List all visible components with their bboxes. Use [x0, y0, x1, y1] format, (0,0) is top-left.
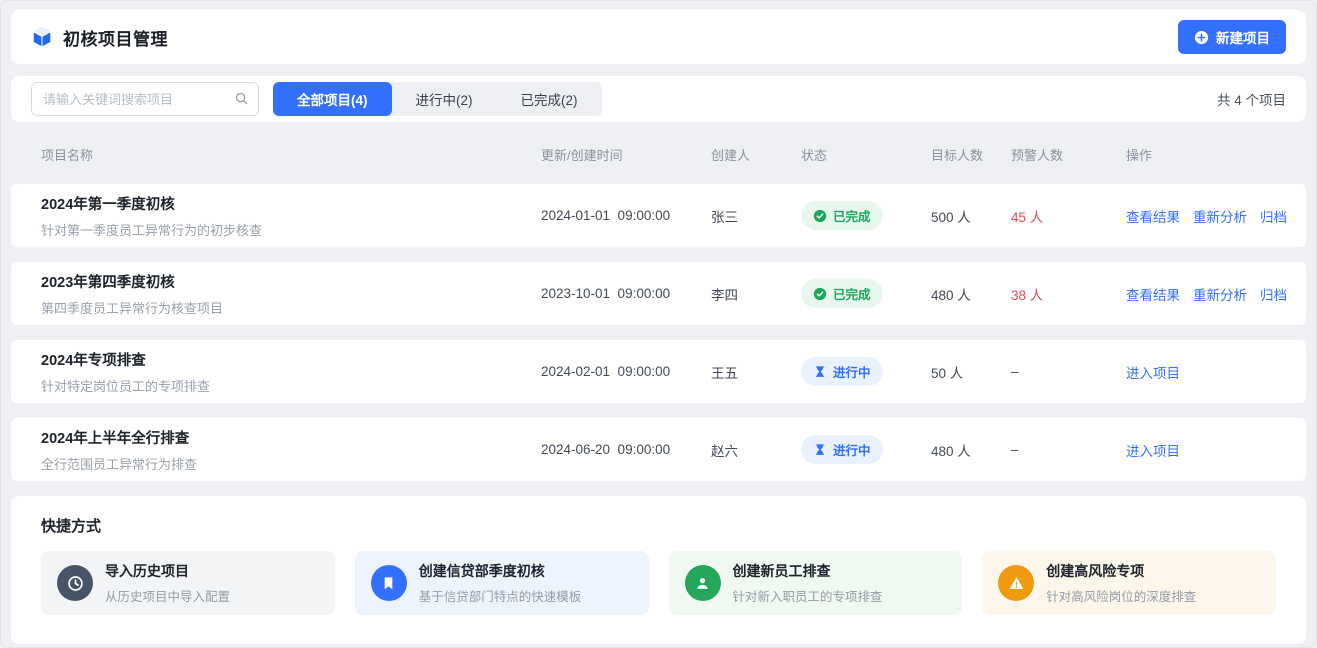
- target-count: 480 人: [931, 440, 1011, 460]
- status-badge: 已完成: [801, 201, 883, 230]
- plus-circle-icon: [1194, 30, 1209, 45]
- cube-icon: [31, 26, 53, 48]
- project-creator: 张三: [711, 206, 801, 226]
- project-count: 共 4 个项目: [1217, 89, 1286, 109]
- action-enter-project[interactable]: 进入项目: [1126, 362, 1180, 382]
- shortcut-desc: 从历史项目中导入配置: [105, 586, 230, 605]
- clock-icon: [57, 565, 93, 601]
- action-enter-project[interactable]: 进入项目: [1126, 440, 1180, 460]
- search-input[interactable]: [31, 82, 259, 116]
- project-creator: 王五: [711, 362, 801, 382]
- warning-count: 38 人: [1011, 284, 1126, 304]
- hourglass-icon: [813, 365, 827, 379]
- shortcut-new-employee-check[interactable]: 创建新员工排查 针对新入职员工的专项排查: [669, 551, 963, 615]
- bookmark-icon: [371, 565, 407, 601]
- new-project-label: 新建项目: [1216, 27, 1270, 47]
- project-time: 2024-02-01 09:00:00: [541, 364, 711, 379]
- shortcut-title: 创建信贷部季度初核: [419, 561, 582, 581]
- shortcut-credit-dept-review[interactable]: 创建信贷部季度初核 基于信贷部门特点的快速模板: [355, 551, 649, 615]
- shortcut-title: 创建高风险专项: [1046, 561, 1196, 581]
- project-desc: 第四季度员工异常行为核查项目: [41, 298, 541, 317]
- shortcut-title: 创建新员工排查: [733, 561, 883, 581]
- shortcut-desc: 针对高风险岗位的深度排查: [1046, 586, 1196, 605]
- action-view-results[interactable]: 查看结果: [1126, 284, 1180, 304]
- page-title: 初核项目管理: [63, 25, 168, 50]
- shortcut-import-history[interactable]: 导入历史项目 从历史项目中导入配置: [41, 551, 335, 615]
- page-header: 初核项目管理 新建项目: [11, 10, 1306, 64]
- warning-count: –: [1011, 364, 1126, 379]
- tab-completed[interactable]: 已完成(2): [497, 82, 602, 116]
- action-archive[interactable]: 归档: [1260, 284, 1287, 304]
- col-target-count: 目标人数: [931, 145, 1011, 164]
- project-desc: 全行范围员工异常行为排查: [41, 454, 541, 473]
- status-label: 进行中: [833, 440, 871, 459]
- shortcut-desc: 针对新入职员工的专项排查: [733, 586, 883, 605]
- user-icon: [685, 565, 721, 601]
- tab-all-projects[interactable]: 全部项目(4): [273, 82, 392, 116]
- filter-tabs: 全部项目(4) 进行中(2) 已完成(2): [273, 82, 602, 116]
- project-creator: 李四: [711, 284, 801, 304]
- status-label: 已完成: [833, 206, 871, 225]
- col-actions: 操作: [1126, 145, 1286, 164]
- table-header: 项目名称 更新/创建时间 创建人 状态 目标人数 预警人数 操作: [11, 132, 1306, 176]
- target-count: 480 人: [931, 284, 1011, 304]
- shortcut-high-risk-special[interactable]: 创建高风险专项 针对高风险岗位的深度排查: [982, 551, 1276, 615]
- target-count: 50 人: [931, 362, 1011, 382]
- col-update-time: 更新/创建时间: [541, 145, 711, 164]
- check-circle-icon: [813, 209, 827, 223]
- action-archive[interactable]: 归档: [1260, 206, 1287, 226]
- status-label: 进行中: [833, 362, 871, 381]
- hourglass-icon: [813, 443, 827, 457]
- check-circle-icon: [813, 287, 827, 301]
- project-time: 2024-01-01 09:00:00: [541, 208, 711, 223]
- project-name: 2024年第一季度初核: [41, 193, 541, 214]
- col-warning-count: 预警人数: [1011, 145, 1126, 164]
- project-name: 2024年专项排查: [41, 349, 541, 370]
- search-icon[interactable]: [234, 91, 249, 106]
- table-row: 2024年上半年全行排查 全行范围员工异常行为排查 2024-06-20 09:…: [11, 418, 1306, 481]
- warning-count: –: [1011, 442, 1126, 457]
- project-desc: 针对第一季度员工异常行为的初步核查: [41, 220, 541, 239]
- warning-count: 45 人: [1011, 206, 1126, 226]
- action-view-results[interactable]: 查看结果: [1126, 206, 1180, 226]
- shortcuts-title: 快捷方式: [41, 515, 1276, 536]
- action-reanalyze[interactable]: 重新分析: [1193, 284, 1247, 304]
- project-time: 2023-10-01 09:00:00: [541, 286, 711, 301]
- search-box: [31, 82, 259, 116]
- tab-in-progress[interactable]: 进行中(2): [392, 82, 497, 116]
- status-badge: 已完成: [801, 279, 883, 308]
- project-desc: 针对特定岗位员工的专项排查: [41, 376, 541, 395]
- col-status: 状态: [801, 145, 931, 164]
- project-time: 2024-06-20 09:00:00: [541, 442, 711, 457]
- col-creator: 创建人: [711, 145, 801, 164]
- status-badge: 进行中: [801, 435, 883, 464]
- toolbar: 全部项目(4) 进行中(2) 已完成(2) 共 4 个项目: [11, 76, 1306, 122]
- shortcut-desc: 基于信贷部门特点的快速模板: [419, 586, 582, 605]
- project-name: 2024年上半年全行排查: [41, 427, 541, 448]
- shortcuts-section: 快捷方式 导入历史项目 从历史项目中导入配置 创建信贷部季度初核 基于信贷部门特…: [11, 496, 1306, 644]
- table-row: 2023年第四季度初核 第四季度员工异常行为核查项目 2023-10-01 09…: [11, 262, 1306, 325]
- project-name: 2023年第四季度初核: [41, 271, 541, 292]
- table-row: 2024年专项排查 针对特定岗位员工的专项排查 2024-02-01 09:00…: [11, 340, 1306, 403]
- col-project-name: 项目名称: [41, 145, 541, 164]
- warning-icon: [998, 565, 1034, 601]
- shortcut-title: 导入历史项目: [105, 561, 230, 581]
- target-count: 500 人: [931, 206, 1011, 226]
- table-row: 2024年第一季度初核 针对第一季度员工异常行为的初步核查 2024-01-01…: [11, 184, 1306, 247]
- project-creator: 赵六: [711, 440, 801, 460]
- status-badge: 进行中: [801, 357, 883, 386]
- new-project-button[interactable]: 新建项目: [1178, 20, 1286, 54]
- action-reanalyze[interactable]: 重新分析: [1193, 206, 1247, 226]
- status-label: 已完成: [833, 284, 871, 303]
